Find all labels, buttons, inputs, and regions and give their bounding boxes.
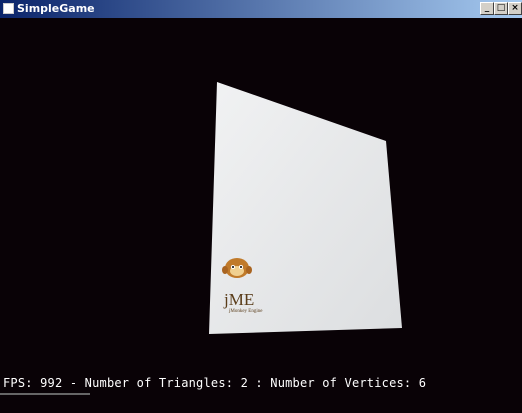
maximize-button[interactable]: □ xyxy=(494,2,508,15)
hud-stats: FPS: 992 - Number of Triangles: 2 : Numb… xyxy=(3,376,427,390)
taskbar-fragment xyxy=(0,393,90,395)
close-button[interactable]: × xyxy=(508,2,522,15)
game-viewport[interactable]: jME jMonkey Engine xyxy=(0,18,522,413)
textured-quad: jME jMonkey Engine xyxy=(209,82,402,334)
minimize-button[interactable]: _ xyxy=(480,2,494,15)
window-title: SimpleGame xyxy=(17,2,95,15)
jme-logo-text: jME xyxy=(223,290,254,309)
app-icon xyxy=(3,3,14,14)
jme-logo-subtext: jMonkey Engine xyxy=(228,309,263,314)
title-bar[interactable]: SimpleGame _ □ × xyxy=(0,0,522,18)
app-window: SimpleGame _ □ × jME jMonkey Engine FPS:… xyxy=(0,0,522,413)
